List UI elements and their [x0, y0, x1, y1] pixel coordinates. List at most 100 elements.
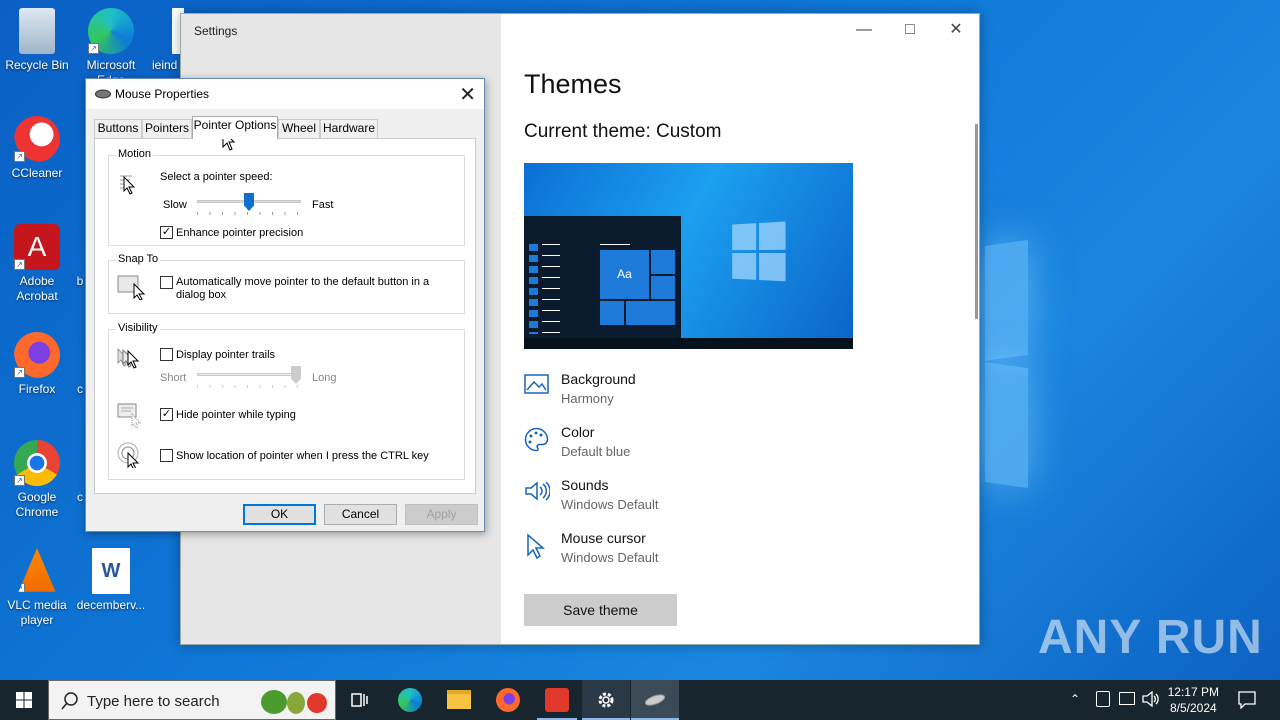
- taskbar-file-explorer[interactable]: [435, 680, 483, 720]
- taskbar: Type here to search ⌃ 12:17 PM 8/5/2024: [0, 680, 1280, 720]
- folder-icon: [447, 690, 471, 709]
- cursor-icon: [527, 533, 546, 559]
- tab-pointer-options[interactable]: Pointer Options: [192, 116, 278, 139]
- fast-label: Fast: [312, 199, 334, 211]
- tab-pointers[interactable]: Pointers: [142, 119, 192, 138]
- ok-button[interactable]: OK: [243, 504, 316, 525]
- recycle-bin-icon: [19, 8, 55, 54]
- pointer-trails-label: Display pointer trails: [176, 349, 276, 361]
- desktop-icon-label: VLC media player: [7, 598, 67, 627]
- edge-icon: [398, 688, 422, 712]
- notification-icon[interactable]: [1238, 691, 1256, 709]
- long-label: Long: [312, 372, 337, 384]
- anyrun-watermark: ANY RUN: [1038, 611, 1263, 664]
- vlc-icon: ↗: [18, 548, 56, 592]
- theme-item-title: Sounds: [561, 477, 609, 493]
- desktop-icon-label: CCleaner: [11, 166, 63, 180]
- save-theme-button[interactable]: Save theme: [524, 594, 677, 626]
- device-icon[interactable]: [1096, 691, 1110, 707]
- pointer-trails-checkbox[interactable]: [160, 348, 173, 361]
- snap-to-checkbox[interactable]: [160, 276, 173, 289]
- word-document-icon: W: [92, 548, 130, 594]
- chevron-up-icon[interactable]: ⌃: [1070, 692, 1080, 706]
- desktop-icon-recycle-bin[interactable]: Recycle Bin: [0, 8, 74, 73]
- theme-background-link[interactable]: Background Harmony: [524, 371, 824, 411]
- theme-mouse-cursor-link[interactable]: Mouse cursor Windows Default: [524, 530, 824, 570]
- show-location-checkbox[interactable]: [160, 449, 173, 462]
- clock-time: 12:17 PM: [1167, 685, 1219, 699]
- volume-icon[interactable]: [1142, 691, 1160, 707]
- taskbar-firefox[interactable]: [484, 680, 532, 720]
- dialog-title: Mouse Properties: [115, 87, 210, 101]
- desktop-icon-chrome[interactable]: ↗ Google Chrome: [0, 440, 74, 520]
- desktop-icon-label: c: [77, 382, 83, 396]
- pointer-options-panel: Motion Select a pointer speed: Slow Fast…: [94, 138, 476, 494]
- gear-icon: [598, 692, 614, 708]
- group-label: Snap To: [116, 253, 161, 265]
- task-view-icon: [351, 693, 368, 707]
- ccleaner-icon: ↗: [14, 116, 60, 162]
- search-icon: [61, 692, 78, 710]
- snap-to-group: Snap To Automatically move pointer to th…: [108, 253, 465, 314]
- system-clock[interactable]: 12:17 PM 8/5/2024: [1168, 684, 1219, 716]
- desktop-icon-firefox[interactable]: ↗ Firefox: [0, 332, 74, 397]
- desktop-icon-edge[interactable]: ↗ Microsoft Edge: [74, 8, 148, 88]
- motion-group: Motion Select a pointer speed: Slow Fast…: [108, 148, 465, 246]
- theme-item-value: Windows Default: [561, 497, 659, 512]
- task-view-button[interactable]: [336, 680, 384, 720]
- taskbar-anyrun[interactable]: [533, 680, 581, 720]
- desktop-icon-ccleaner[interactable]: ↗ CCleaner: [0, 116, 74, 181]
- desktop-icon-vlc[interactable]: ↗ VLC media player: [0, 548, 74, 628]
- enhance-precision-checkbox[interactable]: ✓: [160, 226, 173, 239]
- hide-pointer-label: Hide pointer while typing: [176, 409, 296, 421]
- search-placeholder: Type here to search: [87, 693, 220, 710]
- desktop-icon-acrobat[interactable]: A ↗ Adobe Acrobat: [0, 224, 74, 304]
- minimize-button[interactable]: —: [841, 14, 887, 46]
- visibility-group: Visibility Display pointer trails Short …: [108, 322, 465, 480]
- taskbar-settings[interactable]: [582, 680, 630, 720]
- desktop-icon-label: ieind: [152, 58, 178, 72]
- pointer-trails-icon: [117, 347, 140, 369]
- preview-taskbar: [524, 338, 853, 349]
- page-title: Themes: [524, 69, 622, 99]
- scrollbar[interactable]: [975, 124, 978, 319]
- acrobat-icon: A ↗: [14, 224, 60, 270]
- dialog-close-button[interactable]: ✕: [459, 82, 476, 107]
- close-button[interactable]: ✕: [933, 14, 979, 46]
- desktop-icon-label: Google Chrome: [15, 490, 59, 519]
- apply-button[interactable]: Apply: [405, 504, 478, 525]
- theme-sounds-link[interactable]: Sounds Windows Default: [524, 477, 824, 517]
- theme-color-link[interactable]: Color Default blue: [524, 424, 824, 464]
- pointer-speed-icon: [120, 175, 136, 195]
- slow-label: Slow: [163, 199, 187, 211]
- network-icon[interactable]: [1119, 692, 1135, 705]
- settings-window-title: Settings: [194, 24, 238, 38]
- speaker-icon: [525, 481, 550, 501]
- tab-hardware[interactable]: Hardware: [320, 119, 378, 138]
- speed-slider-thumb[interactable]: [244, 193, 254, 211]
- dialog-titlebar: Mouse Properties ✕: [86, 79, 484, 109]
- desktop-icon-label: Firefox: [18, 382, 56, 396]
- trail-slider-track[interactable]: [197, 373, 301, 376]
- short-label: Short: [160, 372, 187, 384]
- desktop-icon-word-doc[interactable]: W decemberv...: [74, 548, 148, 613]
- edge-icon: ↗: [88, 8, 134, 54]
- trail-slider-thumb[interactable]: [291, 366, 301, 384]
- taskbar-mouse-properties[interactable]: [631, 680, 679, 720]
- cancel-button[interactable]: Cancel: [324, 504, 397, 525]
- preview-tile: Aa: [600, 250, 649, 299]
- tab-buttons[interactable]: Buttons: [94, 119, 142, 138]
- taskbar-edge[interactable]: [386, 680, 434, 720]
- hide-pointer-checkbox[interactable]: ✓: [160, 408, 173, 421]
- preview-start-menu: Aa: [524, 216, 681, 338]
- taskbar-search-box[interactable]: Type here to search: [48, 680, 336, 720]
- start-button[interactable]: [0, 680, 48, 720]
- picture-icon: [524, 374, 549, 394]
- tab-wheel[interactable]: Wheel: [278, 119, 320, 138]
- mouse-icon: [645, 694, 665, 706]
- clock-date: 8/5/2024: [1169, 701, 1217, 715]
- search-highlight-icon: [259, 686, 331, 716]
- maximize-button[interactable]: □: [887, 14, 933, 46]
- desktop-icon-ieind[interactable]: ieind: [148, 8, 184, 73]
- show-location-label: Show location of pointer when I press th…: [176, 450, 429, 462]
